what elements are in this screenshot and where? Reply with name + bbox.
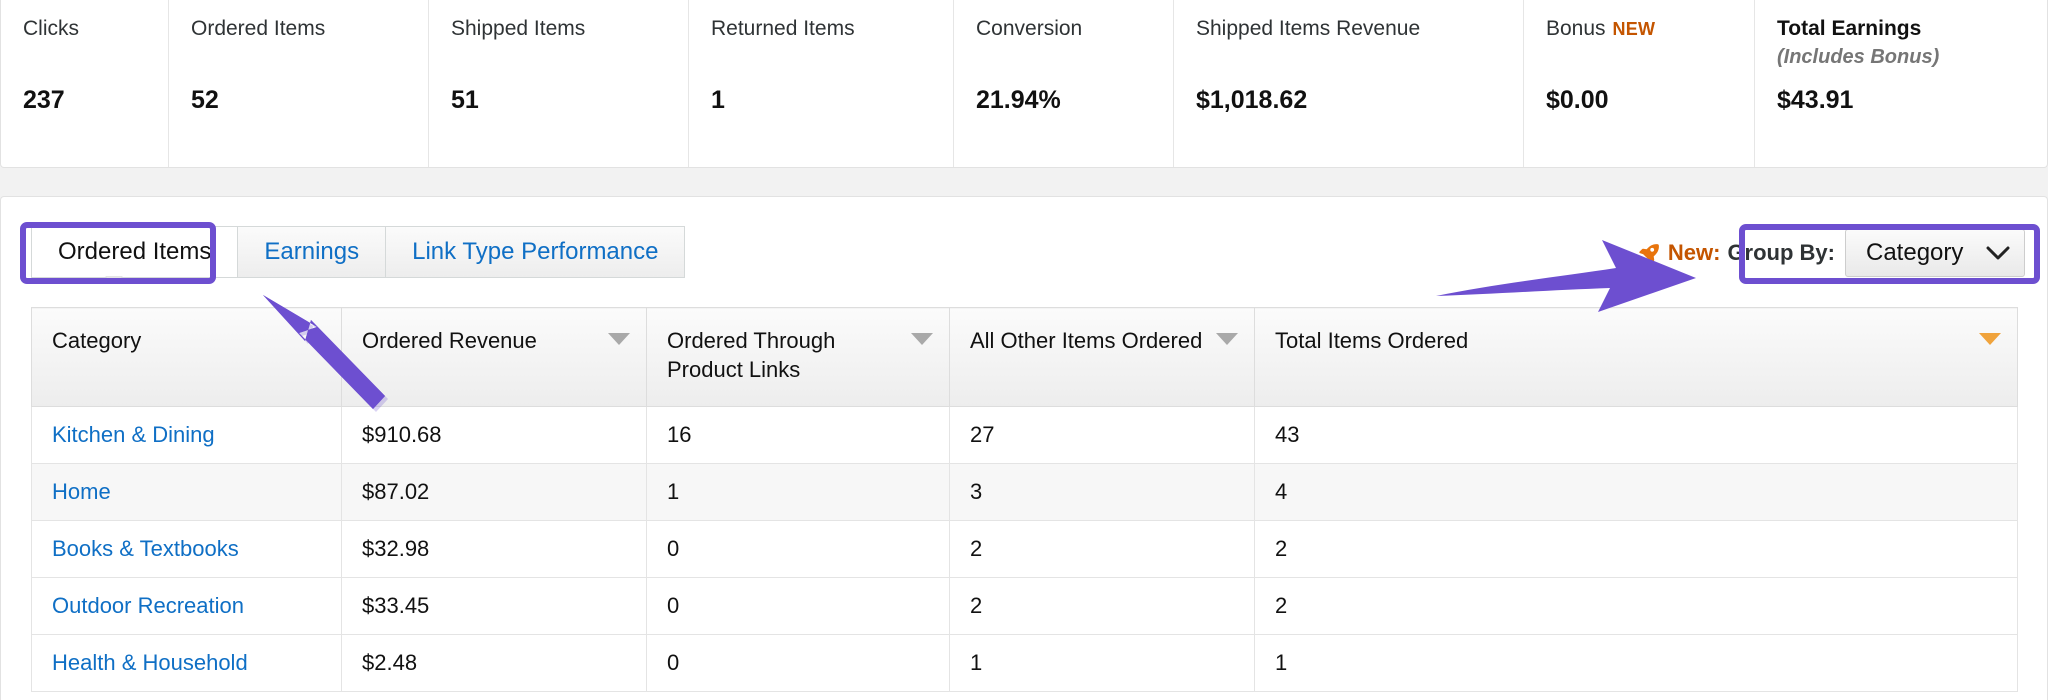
tab-label: Earnings bbox=[264, 238, 360, 265]
cell-all-other-items: 3 bbox=[949, 463, 1255, 521]
cell-all-other-items: 1 bbox=[949, 634, 1255, 692]
cell-all-other-items: 27 bbox=[949, 406, 1255, 464]
metrics-summary-bar: Clicks 237 Ordered Items 52 Shipped Item… bbox=[0, 0, 2048, 168]
metric-label: Clicks bbox=[23, 17, 79, 40]
column-header-label: All Other Items Ordered bbox=[970, 328, 1203, 353]
cell-through-product-links: 0 bbox=[646, 520, 950, 578]
metric-card: Shipped Items 51 bbox=[429, 0, 689, 167]
metric-value: 52 bbox=[191, 86, 219, 114]
metric-card-total-earnings: Total Earnings (Includes Bonus) $43.91 bbox=[1755, 0, 2045, 167]
table-row: Outdoor Recreation $33.45 0 2 2 bbox=[31, 577, 2018, 635]
cell-ordered-revenue: $910.68 bbox=[341, 406, 647, 464]
metric-label: Shipped Items Revenue bbox=[1196, 17, 1421, 40]
category-link[interactable]: Health & Household bbox=[52, 650, 248, 675]
cell-ordered-revenue: $87.02 bbox=[341, 463, 647, 521]
rocket-icon bbox=[1639, 244, 1659, 265]
cell-through-product-links: 1 bbox=[646, 463, 950, 521]
cell-total-items: 43 bbox=[1254, 406, 2018, 464]
metric-value: 237 bbox=[23, 86, 65, 114]
sort-descending-icon[interactable] bbox=[1216, 333, 1238, 345]
column-header-ordered-revenue[interactable]: Ordered Revenue bbox=[341, 307, 647, 407]
tab-earnings[interactable]: Earnings bbox=[237, 226, 387, 278]
cell-ordered-revenue: $2.48 bbox=[341, 634, 647, 692]
metric-label: Total Earnings bbox=[1777, 17, 1922, 40]
category-link[interactable]: Home bbox=[52, 479, 111, 504]
metric-label: Ordered Items bbox=[191, 17, 326, 40]
metric-value: $0.00 bbox=[1546, 86, 1609, 114]
column-header-label: Total Items Ordered bbox=[1275, 328, 1469, 353]
metric-value: $1,018.62 bbox=[1196, 86, 1308, 114]
cell-ordered-revenue: $33.45 bbox=[341, 577, 647, 635]
tab-label: Link Type Performance bbox=[412, 238, 659, 265]
cell-category: Home bbox=[31, 463, 342, 521]
sort-descending-icon[interactable] bbox=[911, 333, 933, 345]
category-link[interactable]: Books & Textbooks bbox=[52, 536, 239, 561]
metric-card: Shipped Items Revenue $1,018.62 bbox=[1174, 0, 1524, 167]
column-header-label: Ordered Through Product Links bbox=[667, 328, 836, 382]
cell-all-other-items: 2 bbox=[949, 520, 1255, 578]
table-row: Kitchen & Dining $910.68 16 27 43 bbox=[31, 406, 2018, 464]
annotation-highlight-groupby bbox=[1739, 224, 2040, 284]
metric-label: Shipped Items bbox=[451, 17, 586, 40]
column-header-total-items-ordered[interactable]: Total Items Ordered bbox=[1254, 307, 2018, 407]
column-header-label: Ordered Revenue bbox=[362, 328, 537, 353]
metric-label: Returned Items bbox=[711, 17, 855, 40]
column-header-all-other-items-ordered[interactable]: All Other Items Ordered bbox=[949, 307, 1255, 407]
column-header-label: Category bbox=[52, 328, 142, 353]
metric-card: Conversion 21.94% bbox=[954, 0, 1174, 167]
tab-link-type-performance[interactable]: Link Type Performance bbox=[385, 226, 686, 278]
metric-value: 51 bbox=[451, 86, 479, 114]
column-header-category[interactable]: Category bbox=[31, 307, 342, 407]
cell-all-other-items: 2 bbox=[949, 577, 1255, 635]
table-row: Home $87.02 1 3 4 bbox=[31, 463, 2018, 521]
cell-category: Outdoor Recreation bbox=[31, 577, 342, 635]
cell-category: Books & Textbooks bbox=[31, 520, 342, 578]
metric-value: 1 bbox=[711, 86, 725, 114]
metric-card: Clicks 237 bbox=[1, 0, 169, 167]
table-row: Books & Textbooks $32.98 0 2 2 bbox=[31, 520, 2018, 578]
category-link[interactable]: Outdoor Recreation bbox=[52, 593, 244, 618]
metric-card-bonus: Bonus NEW $0.00 bbox=[1524, 0, 1755, 167]
cell-total-items: 2 bbox=[1254, 520, 2018, 578]
metric-value: $43.91 bbox=[1777, 86, 1854, 114]
cell-through-product-links: 0 bbox=[646, 577, 950, 635]
metric-label-text: Bonus bbox=[1546, 17, 1606, 40]
cell-through-product-links: 0 bbox=[646, 634, 950, 692]
category-link[interactable]: Kitchen & Dining bbox=[52, 422, 215, 447]
column-header-ordered-through-product-links[interactable]: Ordered Through Product Links bbox=[646, 307, 950, 407]
new-badge: NEW bbox=[1612, 19, 1656, 39]
cell-category: Kitchen & Dining bbox=[31, 406, 342, 464]
page-root: Clicks 237 Ordered Items 52 Shipped Item… bbox=[0, 0, 2048, 700]
cell-total-items: 4 bbox=[1254, 463, 2018, 521]
cell-ordered-revenue: $32.98 bbox=[341, 520, 647, 578]
metric-sublabel: (Includes Bonus) bbox=[1777, 46, 1940, 68]
group-by-new-badge: New: bbox=[1667, 240, 1721, 265]
metric-label: Bonus NEW bbox=[1546, 16, 1754, 42]
cell-through-product-links: 16 bbox=[646, 406, 950, 464]
table-row: Health & Household $2.48 0 1 1 bbox=[31, 634, 2018, 692]
cell-category: Health & Household bbox=[31, 634, 342, 692]
metric-label: Conversion bbox=[976, 17, 1083, 40]
metric-card: Ordered Items 52 bbox=[169, 0, 429, 167]
table-header-row: Category Ordered Revenue Ordered Through… bbox=[31, 307, 2018, 407]
cell-total-items: 2 bbox=[1254, 577, 2018, 635]
sort-descending-icon[interactable] bbox=[608, 333, 630, 345]
ordered-items-table: Category Ordered Revenue Ordered Through… bbox=[31, 307, 2018, 692]
metric-card: Returned Items 1 bbox=[689, 0, 954, 167]
annotation-highlight-tab bbox=[20, 222, 216, 284]
cell-total-items: 1 bbox=[1254, 634, 2018, 692]
metric-value: 21.94% bbox=[976, 86, 1061, 114]
sort-descending-active-icon[interactable] bbox=[1979, 333, 2001, 345]
